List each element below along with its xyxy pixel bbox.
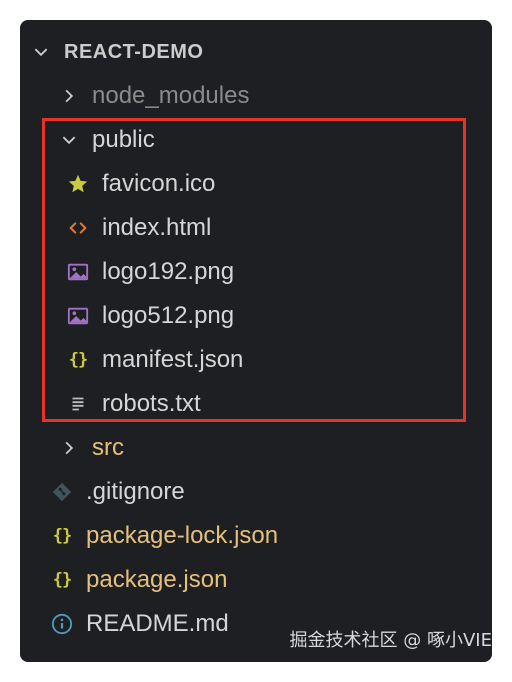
image-icon xyxy=(66,260,90,284)
explorer-root-label: REACT-DEMO xyxy=(64,40,204,63)
tree-item-package-json[interactable]: {} package.json xyxy=(50,558,492,602)
tree-item-label: logo192.png xyxy=(102,258,235,285)
text-file-icon xyxy=(66,392,90,416)
chevron-down-icon xyxy=(30,41,52,63)
tree-item-public[interactable]: public xyxy=(58,118,492,162)
explorer-root-folder[interactable]: REACT-DEMO xyxy=(30,30,492,74)
tree-item-package-lock-json[interactable]: {} package-lock.json xyxy=(50,514,492,558)
tree-item-gitignore[interactable]: .gitignore xyxy=(50,470,492,514)
tree-item-label: public xyxy=(92,126,155,153)
chevron-right-icon xyxy=(58,437,80,459)
tree-item-label: robots.txt xyxy=(102,390,201,417)
tree-item-label: README.md xyxy=(86,610,229,637)
tree-item-label: logo512.png xyxy=(102,302,235,329)
tree-item-index-html[interactable]: index.html xyxy=(66,206,492,250)
chevron-down-icon xyxy=(58,129,80,151)
tree-item-label: .gitignore xyxy=(86,478,185,505)
html-code-icon xyxy=(66,216,90,240)
tree-item-label: package.json xyxy=(86,566,228,593)
info-icon xyxy=(50,612,74,636)
tree-item-logo512[interactable]: logo512.png xyxy=(66,294,492,338)
json-braces-icon: {} xyxy=(52,570,72,590)
tree-item-label: src xyxy=(92,434,124,461)
star-icon xyxy=(66,172,90,196)
tree-item-label: manifest.json xyxy=(102,346,244,373)
tree-item-label: favicon.ico xyxy=(102,170,216,197)
image-icon xyxy=(66,304,90,328)
file-explorer-panel: REACT-DEMO node_modules public favicon.i… xyxy=(20,20,492,662)
json-braces-icon: {} xyxy=(68,350,88,370)
tree-item-logo192[interactable]: logo192.png xyxy=(66,250,492,294)
tree-item-label: node_modules xyxy=(92,82,250,109)
tree-item-label: index.html xyxy=(102,214,212,241)
watermark: 掘金技术社区 @ 啄小VIE xyxy=(289,630,492,651)
tree-item-manifest-json[interactable]: {} manifest.json xyxy=(66,338,492,382)
tree-item-label: package-lock.json xyxy=(86,522,279,549)
git-icon xyxy=(50,480,74,504)
tree-item-favicon[interactable]: favicon.ico xyxy=(66,162,492,206)
tree-item-src[interactable]: src xyxy=(58,426,492,470)
tree-item-node-modules[interactable]: node_modules xyxy=(58,74,492,118)
json-braces-icon: {} xyxy=(52,526,72,546)
chevron-right-icon xyxy=(58,85,80,107)
tree-item-robots-txt[interactable]: robots.txt xyxy=(66,382,492,426)
